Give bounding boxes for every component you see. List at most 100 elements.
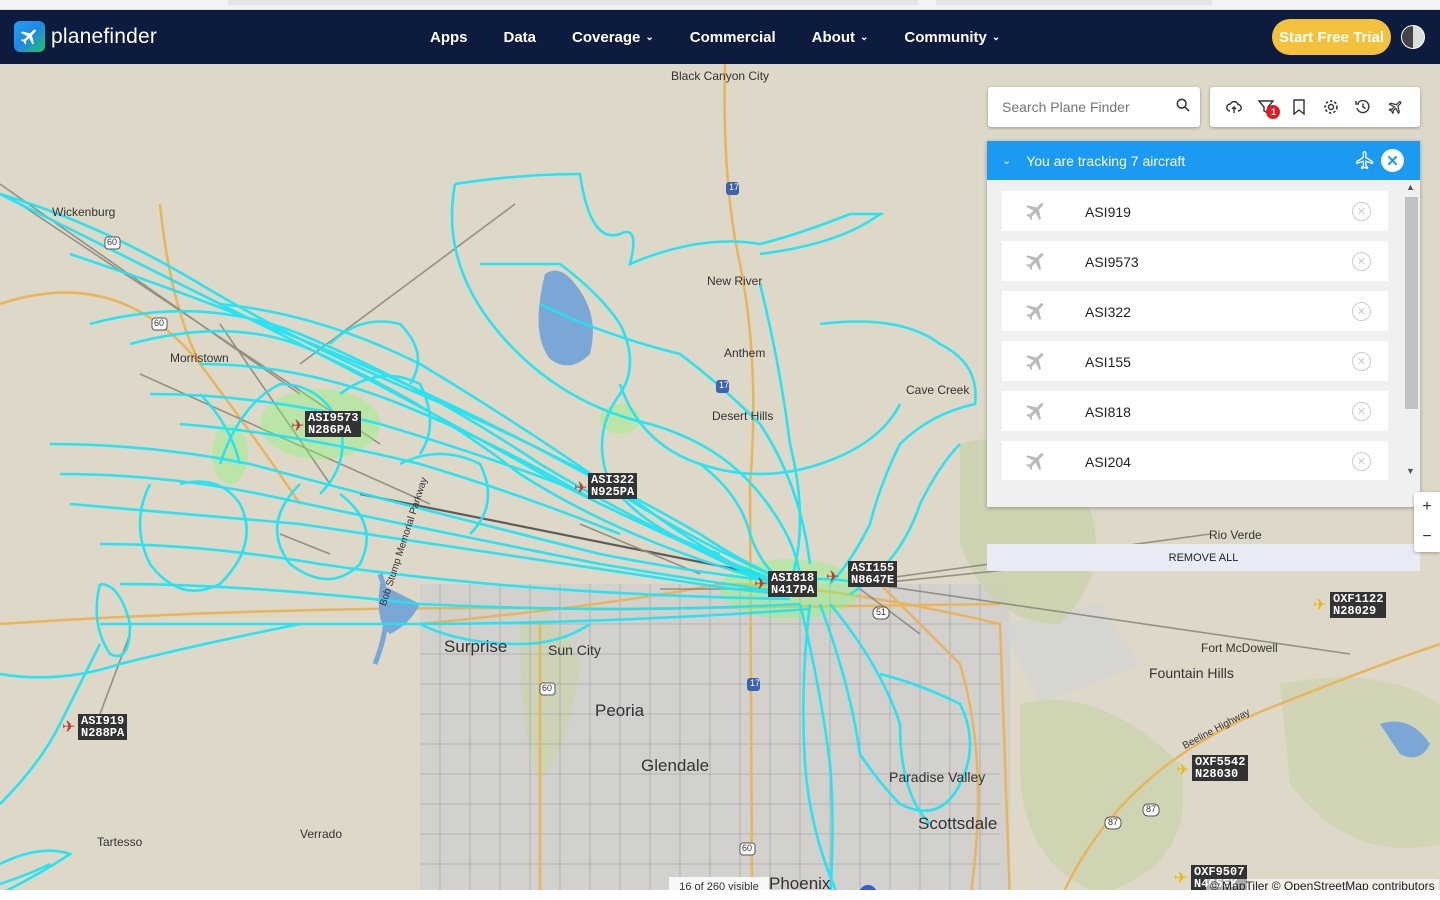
place-label: Morristown [170,351,229,365]
place-label: Cave Creek [906,383,970,397]
aircraft-label[interactable]: ASI322 N925PA [588,473,638,499]
bookmark-icon[interactable] [1289,97,1309,117]
search-icon[interactable] [1176,98,1190,117]
route-shield-label: 60 [742,843,753,853]
remove-icon[interactable]: ✕ [1352,302,1371,321]
chevron-down-icon[interactable]: ⌄ [1002,154,1011,167]
flight-map[interactable]: 17 17 17 60 60 60 51 87 87 60 Black Cany… [0,64,1440,900]
aircraft-icon[interactable]: ✈ [62,717,75,737]
remove-icon[interactable]: ✕ [1352,202,1371,221]
strip-segment [228,0,918,5]
history-icon[interactable] [1353,97,1373,117]
place-label: Black Canyon City [671,69,770,83]
plane-icon [1024,349,1048,378]
aircraft-label[interactable]: ASI155 N8647E [848,561,898,587]
tracking-item[interactable]: ASI204 ✕ [1002,441,1388,480]
tracking-item[interactable]: ASI155 ✕ [1002,341,1388,381]
route-shield-label: 17 [729,182,740,192]
start-free-trial-button[interactable]: Start Free Trial [1272,19,1391,55]
tracking-list: ASI919 ✕ ASI9573 ✕ ASI322 ✕ ASI155 ✕ ASI… [987,180,1420,480]
plane-icon [1355,150,1375,173]
tracking-item[interactable]: ASI818 ✕ [1002,391,1388,431]
route-shield-label: 60 [107,237,118,247]
place-label: Anthem [724,346,766,360]
tracking-item-label: ASI204 [1085,454,1131,470]
nav-label: Coverage [572,28,641,46]
zoom-out-button[interactable]: − [1414,522,1440,552]
plane-icon [1024,399,1048,428]
remove-icon[interactable]: ✕ [1352,352,1371,371]
aircraft-reg: N286PA [308,423,352,437]
aircraft-icon[interactable]: ✈ [291,416,304,436]
nav-coverage[interactable]: Coverage ⌄ [572,29,654,46]
place-label: Surprise [444,637,508,656]
aircraft-label[interactable]: ASI919 N288PA [78,714,128,740]
place-label: New River [707,274,763,288]
avatar[interactable] [1401,25,1425,49]
nav-data[interactable]: Data [504,29,537,46]
remove-icon[interactable]: ✕ [1352,252,1371,271]
search-box [988,87,1200,127]
tracking-item-label: ASI155 [1085,354,1131,370]
close-icon[interactable]: ✕ [1381,149,1404,172]
aircraft-icon[interactable]: ✈ [1176,760,1189,780]
gear-icon[interactable] [1321,97,1341,117]
place-label: Peoria [595,701,645,720]
scrollbar-thumb[interactable] [1405,197,1418,409]
logo-plane-icon [14,21,45,52]
tracking-header[interactable]: ⌄ You are tracking 7 aircraft ✕ [987,141,1420,180]
tracking-item[interactable]: ASI9573 ✕ [1002,241,1388,281]
place-label: Rio Verde [1209,528,1262,542]
nav-label: Data [503,28,537,46]
place-label: Sun City [548,642,601,658]
route-shield-label: 17 [719,380,730,390]
place-label: Desert Hills [712,409,774,423]
chevron-down-icon: ⌄ [859,31,869,43]
tracking-panel: ⌄ You are tracking 7 aircraft ✕ ASI919 ✕… [987,141,1420,571]
place-label: Glendale [641,756,710,775]
aircraft-reg: N8647E [851,573,895,587]
logo[interactable]: planefinder [14,21,157,52]
plane-icon [1024,199,1048,228]
tracking-item-label: ASI818 [1085,404,1131,420]
browser-top-strip [0,0,1440,10]
scroll-down-icon[interactable]: ▼ [1406,466,1415,476]
aircraft-icon[interactable]: ✈ [1313,595,1326,615]
tracking-item-label: ASI919 [1085,204,1131,220]
remove-icon[interactable]: ✕ [1352,452,1371,471]
nav-commercial[interactable]: Commercial [690,29,776,46]
aircraft-label[interactable]: OXF1122 N28029 [1330,592,1387,618]
tracking-item-label: ASI9573 [1085,254,1139,270]
tracking-item[interactable]: ASI919 ✕ [1002,191,1388,231]
aircraft-label[interactable]: ASI9573 N286PA [305,411,362,437]
nav-community[interactable]: Community ⌄ [904,29,1000,46]
nav-label: About [811,28,855,46]
plane-icon [1024,249,1048,278]
place-label: Wickenburg [52,205,116,219]
plane-settings-icon[interactable] [1386,97,1406,117]
search-input[interactable] [1002,99,1170,115]
aircraft-reg: N288PA [81,726,125,740]
remove-all-button[interactable]: REMOVE ALL [987,544,1420,571]
aircraft-icon[interactable]: ✈ [1174,868,1187,888]
upload-cloud-icon[interactable] [1224,97,1244,117]
aircraft-icon[interactable]: ✈ [574,478,587,498]
nav-about[interactable]: About ⌄ [812,29,869,46]
route-shield-label: 87 [1146,804,1157,814]
zoom-control: + − [1414,492,1440,552]
site-header: planefinder Apps Data Coverage ⌄ Commerci… [0,10,1440,64]
nav-label: Community [904,28,987,46]
scroll-up-icon[interactable]: ▲ [1406,182,1415,192]
filter-icon[interactable]: 1 [1256,97,1281,119]
nav-apps[interactable]: Apps [430,29,468,46]
aircraft-label[interactable]: ASI818 N417PA [768,571,818,597]
remove-icon[interactable]: ✕ [1352,402,1371,421]
zoom-in-button[interactable]: + [1414,492,1440,522]
aircraft-icon[interactable]: ✈ [754,574,767,594]
aircraft-label[interactable]: OXF5542 N28030 [1192,755,1249,781]
tracking-item[interactable]: ASI322 ✕ [1002,291,1388,331]
aircraft-reg: N417PA [771,583,815,597]
chevron-down-icon: ⌄ [645,31,654,43]
aircraft-icon[interactable]: ✈ [826,567,839,587]
tracking-scrollbar[interactable]: ▲ ▼ [1403,180,1420,480]
